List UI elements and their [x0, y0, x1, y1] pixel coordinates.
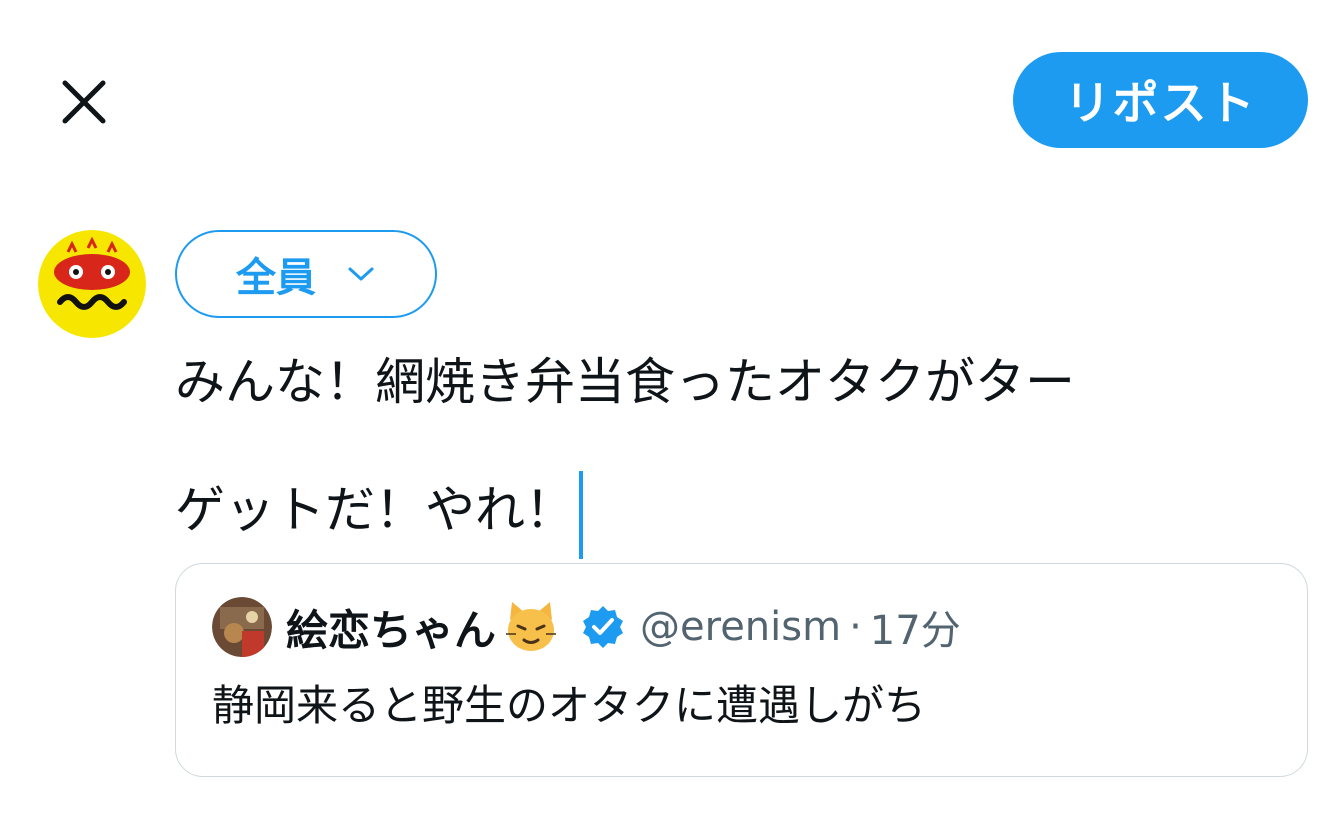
compose-text-line-content: ゲットだ！やれ！ — [175, 481, 575, 539]
compose-text-line: みんな！網焼き弁当食ったオタクがター — [175, 353, 1075, 411]
quoted-display-name: 絵恋ちゃん — [286, 605, 497, 655]
quoted-handle: @erenism — [640, 604, 842, 650]
repost-button[interactable]: リポスト — [1013, 52, 1308, 148]
compose-text-line-2: ゲットだ！やれ！ — [175, 471, 1305, 559]
chevron-down-icon — [348, 267, 374, 281]
quoted-post-text: 静岡来ると野生のオタクに遭遇しがち — [212, 681, 927, 730]
verified-badge-icon — [583, 606, 624, 648]
close-button[interactable] — [52, 70, 116, 134]
quoted-user-avatar — [212, 597, 272, 657]
text-caret — [579, 471, 583, 559]
user-avatar[interactable] — [38, 230, 146, 338]
audience-selector[interactable]: 全員 — [175, 230, 437, 318]
close-icon — [62, 80, 106, 124]
quoted-post-card[interactable]: 絵恋ちゃん @erenism · 17分 静岡来ると野生のオタクに遭遇しがち — [175, 563, 1308, 777]
audience-label: 全員 — [236, 255, 316, 301]
quoted-post-header: 絵恋ちゃん @erenism · 17分 — [212, 596, 961, 658]
user-avatar-logo — [38, 230, 146, 338]
separator-dot: · — [849, 604, 862, 650]
quoted-timestamp: 17分 — [869, 608, 961, 654]
cat-emoji-icon — [506, 602, 557, 651]
compose-textarea[interactable]: みんな！網焼き弁当食ったオタクがター ゲットだ！やれ！ — [175, 340, 1305, 559]
